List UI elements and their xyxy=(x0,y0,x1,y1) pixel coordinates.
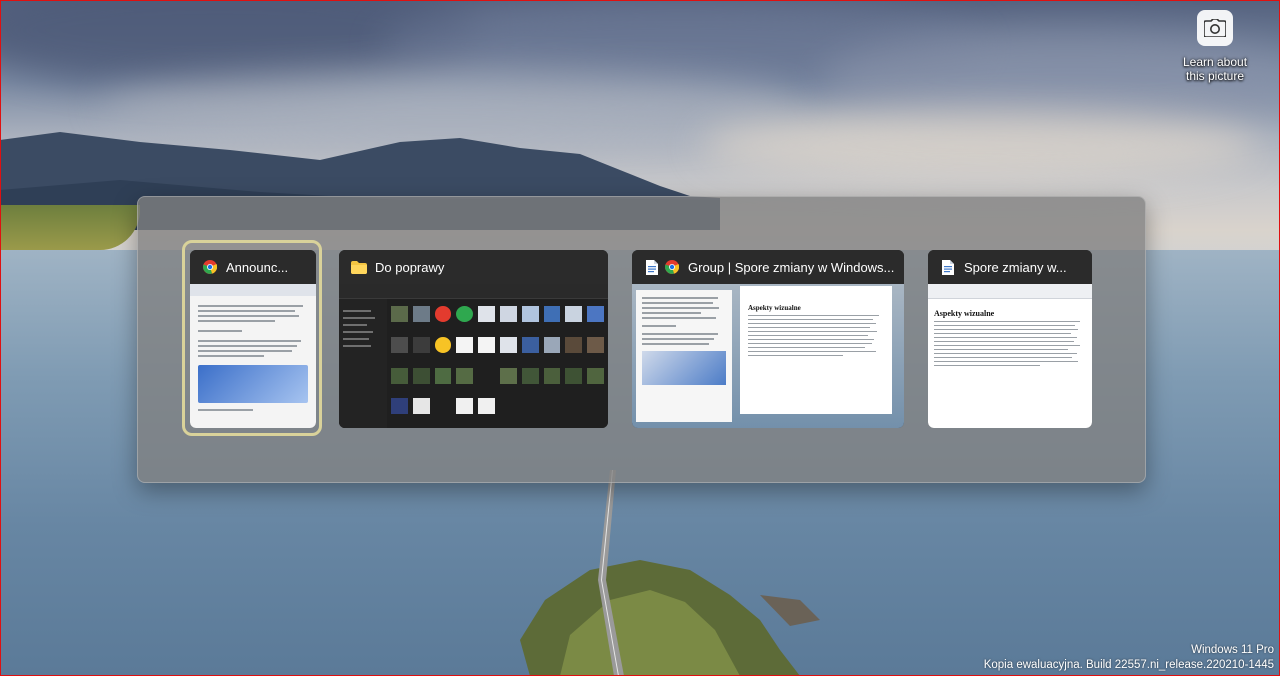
window-card-title: Spore zmiany w... xyxy=(964,259,1067,275)
road-shape xyxy=(598,470,624,676)
window-thumbnail: Aspekty wizualne xyxy=(928,284,1092,428)
window-card-announc[interactable]: Announc... xyxy=(190,250,316,428)
window-card-title-bar: Do poprawy xyxy=(339,250,608,284)
preview-heading: Aspekty wizualne xyxy=(748,304,801,312)
chrome-icon xyxy=(202,259,218,275)
window-card-group-spore-zmiany[interactable]: Group | Spore zmiany w Windows... Aspekt… xyxy=(632,250,904,428)
window-card-title: Group | Spore zmiany w Windows... xyxy=(688,259,895,275)
window-thumbnail: Aspekty wizualne xyxy=(632,284,904,428)
window-card-title-bar: Spore zmiany w... xyxy=(928,250,1092,284)
window-thumbnail xyxy=(339,284,608,428)
learn-about-picture-shortcut[interactable]: Learn about this picture xyxy=(1172,10,1258,83)
island-shape xyxy=(520,560,820,676)
alt-tab-switcher: Announc... Do poprawy Group | Spore zmia… xyxy=(137,196,1146,483)
chrome-icon xyxy=(664,259,680,275)
window-thumbnail xyxy=(190,284,316,428)
window-card-title-bar: Announc... xyxy=(190,250,316,284)
build-info-label: Kopia ewaluacyjna. Build 22557.ni_releas… xyxy=(983,659,1274,671)
window-card-spore-zmiany[interactable]: Spore zmiany w... Aspekty wizualne xyxy=(928,250,1092,428)
window-card-title: Announc... xyxy=(226,259,289,275)
document-icon xyxy=(644,259,660,275)
folder-icon xyxy=(351,259,367,275)
window-card-title-bar: Group | Spore zmiany w Windows... xyxy=(632,250,904,284)
camera-icon xyxy=(1197,10,1233,46)
document-icon xyxy=(940,259,956,275)
learn-about-picture-label: Learn about this picture xyxy=(1182,55,1248,83)
windows-edition-label: Windows 11 Pro xyxy=(1191,644,1274,656)
window-card-do-poprawy[interactable]: Do poprawy xyxy=(339,250,608,428)
window-card-title: Do poprawy xyxy=(375,259,445,275)
preview-heading: Aspekty wizualne xyxy=(934,309,995,318)
